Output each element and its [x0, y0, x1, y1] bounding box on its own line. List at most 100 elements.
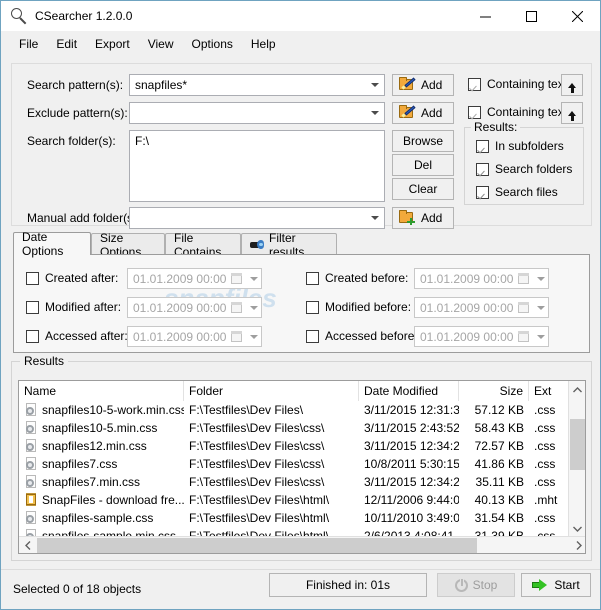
cell-folder[interactable]: F:\Testfiles\Dev Files\css\ [184, 437, 359, 455]
cell-name[interactable]: SnapFiles - download fre... [19, 491, 184, 509]
move-up-exclude-button[interactable] [561, 102, 583, 124]
column-header-ext[interactable]: Ext [529, 381, 570, 401]
menu-item-help[interactable]: Help [242, 34, 285, 54]
finished-status-button[interactable]: Finished in: 01s [269, 573, 427, 597]
cell-date-modified[interactable]: 10/11/2010 3:49:0... [359, 509, 459, 527]
menu-item-edit[interactable]: Edit [47, 34, 86, 54]
table-row[interactable]: snapfiles10-5-work.min.css F:\Testfiles\D… [19, 401, 585, 419]
cell-date-modified[interactable]: 3/11/2015 12:34:2... [359, 473, 459, 491]
scroll-down-icon[interactable] [569, 520, 585, 537]
cell-date-modified[interactable]: 3/11/2015 12:34:2... [359, 437, 459, 455]
cell-ext[interactable]: .css [529, 437, 570, 455]
search-folders-list[interactable]: F:\ [129, 130, 385, 202]
move-up-pattern-button[interactable] [561, 74, 583, 96]
close-button[interactable] [554, 1, 600, 31]
containing-text-1-checkbox[interactable]: Containing text [468, 77, 567, 91]
add-search-pattern-button[interactable]: Add [392, 74, 454, 96]
start-button[interactable]: Start [521, 573, 591, 597]
checkbox-box[interactable] [468, 77, 481, 91]
column-header-name[interactable]: Name [19, 381, 184, 401]
checkbox-box[interactable] [26, 329, 39, 343]
table-row[interactable]: snapfiles10-5.min.css F:\Testfiles\Dev Fi… [19, 419, 585, 437]
cell-folder[interactable]: F:\Testfiles\Dev Files\ [184, 401, 359, 419]
chevron-down-icon[interactable] [366, 103, 384, 123]
checkbox-box[interactable] [26, 271, 39, 285]
table-row[interactable]: SnapFiles - download fre... F:\Testfiles\… [19, 491, 585, 509]
cell-name[interactable]: snapfiles-sample.css [19, 509, 184, 527]
checkbox-box[interactable] [476, 185, 489, 199]
accessed-before-datefield[interactable]: 01.01.2009 00:00 [414, 326, 549, 347]
checkbox-box[interactable] [306, 300, 319, 314]
tab-filter-results[interactable]: Filter results [241, 231, 337, 259]
menu-item-options[interactable]: Options [183, 34, 242, 54]
maximize-button[interactable] [508, 1, 554, 31]
cell-ext[interactable]: .css [529, 401, 570, 419]
chevron-down-icon[interactable] [366, 208, 384, 228]
search-folders-checkbox[interactable]: Search folders [476, 162, 572, 176]
results-horizontal-scrollbar[interactable] [19, 536, 585, 553]
modified-before-value[interactable]: 01.01.2009 00:00 [415, 301, 516, 315]
checkbox-box[interactable] [476, 139, 489, 153]
cell-date-modified[interactable]: 12/11/2006 9:44:0... [359, 491, 459, 509]
results-vertical-scrollbar[interactable] [568, 381, 585, 537]
chevron-down-icon[interactable] [247, 334, 261, 339]
accessed-before-checkbox[interactable]: Accessed before: [306, 329, 418, 343]
modified-after-value[interactable]: 01.01.2009 00:00 [128, 301, 229, 315]
created-before-value[interactable]: 01.01.2009 00:00 [415, 272, 516, 286]
scroll-right-icon[interactable] [570, 537, 585, 553]
modified-before-datefield[interactable]: 01.01.2009 00:00 [414, 297, 549, 318]
cell-size[interactable]: 40.13 KB [459, 491, 529, 509]
cell-name[interactable]: snapfiles10-5.min.css [19, 419, 184, 437]
tab-file-contains[interactable]: File Contains [165, 231, 241, 259]
cell-name[interactable]: snapfiles10-5-work.min.css [19, 401, 184, 419]
modified-after-checkbox[interactable]: Modified after: [26, 300, 121, 314]
checkbox-box[interactable] [26, 300, 39, 314]
checkbox-box[interactable] [468, 105, 481, 119]
cell-date-modified[interactable]: 3/11/2015 12:31:3... [359, 401, 459, 419]
cell-folder[interactable]: F:\Testfiles\Dev Files\html\ [184, 491, 359, 509]
clear-folders-button[interactable]: Clear [392, 178, 454, 200]
chevron-down-icon[interactable] [247, 276, 261, 281]
menu-item-file[interactable]: File [10, 34, 47, 54]
cell-size[interactable]: 72.57 KB [459, 437, 529, 455]
chevron-down-icon[interactable] [534, 334, 548, 339]
accessed-before-value[interactable]: 01.01.2009 00:00 [415, 330, 516, 344]
chevron-down-icon[interactable] [534, 276, 548, 281]
cell-folder[interactable]: F:\Testfiles\Dev Files\css\ [184, 455, 359, 473]
table-row[interactable]: snapfiles7.css F:\Testfiles\Dev Files\css… [19, 455, 585, 473]
cell-date-modified[interactable]: 10/8/2011 5:30:15 ... [359, 455, 459, 473]
search-patterns-combo[interactable]: snapfiles* [129, 74, 385, 96]
cell-size[interactable]: 31.54 KB [459, 509, 529, 527]
cell-ext[interactable]: .mht [529, 491, 570, 509]
tab-date-options[interactable]: Date Options [13, 230, 91, 258]
manual-add-folders-combo[interactable] [129, 207, 385, 229]
results-listview[interactable]: Name Folder Date Modified Size Ext snapf… [18, 380, 586, 554]
table-row[interactable]: snapfiles7.min.css F:\Testfiles\Dev Files… [19, 473, 585, 491]
in-subfolders-checkbox[interactable]: In subfolders [476, 139, 564, 153]
checkbox-box[interactable] [306, 329, 319, 343]
browse-folder-button[interactable]: Browse [392, 130, 454, 152]
cell-size[interactable]: 57.12 KB [459, 401, 529, 419]
cell-ext[interactable]: .css [529, 455, 570, 473]
cell-size[interactable]: 35.11 KB [459, 473, 529, 491]
created-after-checkbox[interactable]: Created after: [26, 271, 118, 285]
menu-item-view[interactable]: View [139, 34, 183, 54]
modified-before-checkbox[interactable]: Modified before: [306, 300, 411, 314]
search-files-checkbox[interactable]: Search files [476, 185, 558, 199]
accessed-after-checkbox[interactable]: Accessed after: [26, 329, 128, 343]
horizontal-scroll-thumb[interactable] [37, 538, 477, 553]
cell-name[interactable]: snapfiles7.css [19, 455, 184, 473]
vertical-scroll-thumb[interactable] [570, 419, 585, 470]
cell-folder[interactable]: F:\Testfiles\Dev Files\css\ [184, 419, 359, 437]
chevron-down-icon[interactable] [366, 75, 384, 95]
cell-folder[interactable]: F:\Testfiles\Dev Files\html\ [184, 509, 359, 527]
cell-size[interactable]: 41.86 KB [459, 455, 529, 473]
search-patterns-value[interactable]: snapfiles* [130, 78, 366, 92]
cell-folder[interactable]: F:\Testfiles\Dev Files\css\ [184, 473, 359, 491]
checkbox-box[interactable] [476, 162, 489, 176]
cell-name[interactable]: snapfiles7.min.css [19, 473, 184, 491]
created-after-value[interactable]: 01.01.2009 00:00 [128, 272, 229, 286]
column-header-folder[interactable]: Folder [184, 381, 359, 401]
created-after-datefield[interactable]: 01.01.2009 00:00 [127, 268, 262, 289]
cell-ext[interactable]: .css [529, 473, 570, 491]
